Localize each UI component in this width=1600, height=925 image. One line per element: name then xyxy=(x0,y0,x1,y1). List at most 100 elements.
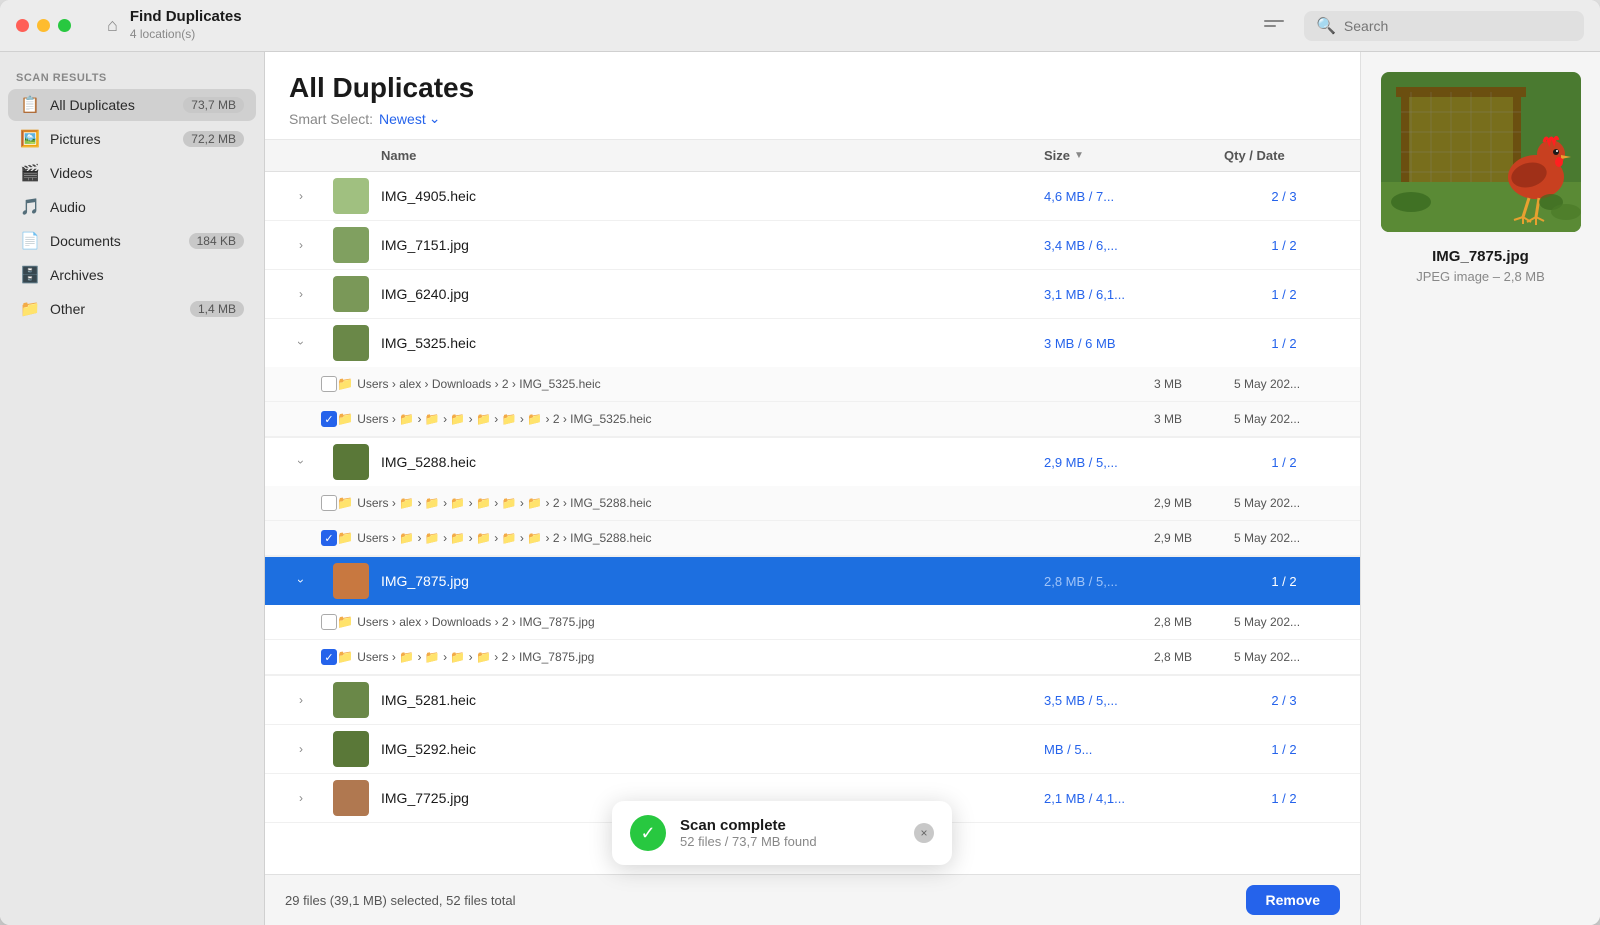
sidebar-toggle-button[interactable] xyxy=(1260,16,1288,36)
checkbox[interactable] xyxy=(321,411,337,427)
table-row[interactable]: › IMG_7151.jpg 3,4 MB / 6,... 1 / 2 xyxy=(265,221,1360,269)
other-badge: 1,4 MB xyxy=(190,301,244,317)
search-bar[interactable]: 🔍 xyxy=(1304,11,1584,41)
sub-row: 📁 Users › alex › Downloads › 2 › IMG_532… xyxy=(265,367,1360,402)
collapse-icon[interactable]: › xyxy=(294,579,308,583)
sort-icon: ▼ xyxy=(1074,150,1084,161)
table-header: Name Size ▼ Qty / Date xyxy=(265,140,1360,172)
checkbox[interactable] xyxy=(321,495,337,511)
expand-icon[interactable]: › xyxy=(299,742,303,756)
collapse-icon[interactable]: › xyxy=(294,460,308,464)
sidebar-item-pictures[interactable]: 🖼️ Pictures 72,2 MB xyxy=(8,123,256,155)
expand-icon[interactable]: › xyxy=(299,791,303,805)
qty-date: 1 / 2 xyxy=(1224,238,1344,253)
collapse-icon[interactable]: › xyxy=(294,341,308,345)
sidebar-item-documents[interactable]: 📄 Documents 184 KB xyxy=(8,225,256,257)
all-duplicates-icon: 📋 xyxy=(20,95,40,115)
filename: IMG_5281.heic xyxy=(381,692,476,708)
sub-size: 3 MB xyxy=(1154,377,1234,391)
audio-icon: 🎵 xyxy=(20,197,40,217)
sidebar-item-label: Archives xyxy=(50,267,244,283)
checkbox[interactable] xyxy=(321,530,337,546)
table-row[interactable]: › IMG_7875.jpg 2,8 MB / 5,... 1 / 2 xyxy=(265,557,1360,605)
sidebar-item-other[interactable]: 📁 Other 1,4 MB xyxy=(8,293,256,325)
minimize-button[interactable] xyxy=(37,19,50,32)
table-row[interactable]: › IMG_4905.heic 4,6 MB / 7... 2 / 3 xyxy=(265,172,1360,220)
sidebar-item-all-duplicates[interactable]: 📋 All Duplicates 73,7 MB xyxy=(8,89,256,121)
checkbox[interactable] xyxy=(321,614,337,630)
toast-title: Scan complete xyxy=(680,817,900,834)
table-row[interactable]: › IMG_5288.heic 2,9 MB / 5,... 1 / 2 xyxy=(265,438,1360,486)
content-area: All Duplicates Smart Select: Newest ⌄ Na… xyxy=(265,52,1360,925)
sub-row: 📁 Users › 📁 › 📁 › 📁 › 📁 › 📁 › 📁 › 2 › IM… xyxy=(265,486,1360,521)
search-input[interactable] xyxy=(1344,18,1572,34)
file-path: 📁 Users › 📁 › 📁 › 📁 › 📁 › 📁 › 📁 › 2 › IM… xyxy=(337,411,1154,427)
column-qty-date[interactable]: Qty / Date xyxy=(1224,148,1344,163)
file-group-img5325: › IMG_5325.heic 3 MB / 6 MB 1 / 2 xyxy=(265,319,1360,438)
file-group-img5288: › IMG_5288.heic 2,9 MB / 5,... 1 / 2 xyxy=(265,438,1360,557)
file-thumbnail xyxy=(333,780,369,816)
filename: IMG_7725.jpg xyxy=(381,790,469,806)
page-title: All Duplicates xyxy=(289,72,1336,104)
videos-icon: 🎬 xyxy=(20,163,40,183)
sidebar-item-audio[interactable]: 🎵 Audio xyxy=(8,191,256,223)
filesize: 4,6 MB / 7... xyxy=(1044,189,1224,204)
window-subtitle: 4 location(s) xyxy=(130,27,195,41)
sub-size: 2,9 MB xyxy=(1154,531,1234,545)
preview-filename: IMG_7875.jpg xyxy=(1432,248,1529,265)
window-title: Find Duplicates xyxy=(130,8,242,25)
file-thumbnail xyxy=(333,563,369,599)
maximize-button[interactable] xyxy=(58,19,71,32)
smart-select-dropdown[interactable]: Newest ⌄ xyxy=(379,110,440,127)
file-thumbnail xyxy=(333,276,369,312)
folder-icon: 📁 xyxy=(337,649,353,665)
filesize: 2,9 MB / 5,... xyxy=(1044,455,1224,470)
archives-icon: 🗄️ xyxy=(20,265,40,285)
remove-button[interactable]: Remove xyxy=(1246,885,1340,915)
expand-icon[interactable]: › xyxy=(299,287,303,301)
expand-icon[interactable]: › xyxy=(299,189,303,203)
file-path: 📁 Users › alex › Downloads › 2 › IMG_532… xyxy=(337,376,1154,392)
toast-close-button[interactable]: × xyxy=(914,823,934,843)
table-row[interactable]: › IMG_6240.jpg 3,1 MB / 6,1... 1 / 2 xyxy=(265,270,1360,318)
smart-select-label: Smart Select: xyxy=(289,111,373,127)
sidebar-item-archives[interactable]: 🗄️ Archives xyxy=(8,259,256,291)
filename: IMG_5288.heic xyxy=(381,454,476,470)
filesize: 3,1 MB / 6,1... xyxy=(1044,287,1224,302)
qty-date: 1 / 2 xyxy=(1224,791,1344,806)
chevron-down-icon: ⌄ xyxy=(429,110,441,127)
toast-success-icon: ✓ xyxy=(630,815,666,851)
checkbox[interactable] xyxy=(321,376,337,392)
file-table: Name Size ▼ Qty / Date › xyxy=(265,140,1360,874)
filesize: 3,5 MB / 5,... xyxy=(1044,693,1224,708)
preview-panel: IMG_7875.jpg JPEG image – 2,8 MB xyxy=(1360,52,1600,925)
sub-date: 5 May 202... xyxy=(1234,496,1344,510)
checkbox[interactable] xyxy=(321,649,337,665)
column-size[interactable]: Size ▼ xyxy=(1044,148,1224,163)
sub-size: 2,8 MB xyxy=(1154,650,1234,664)
sub-date: 5 May 202... xyxy=(1234,615,1344,629)
preview-image-svg xyxy=(1381,72,1581,232)
expand-icon[interactable]: › xyxy=(299,238,303,252)
all-duplicates-badge: 73,7 MB xyxy=(183,97,244,113)
filename: IMG_6240.jpg xyxy=(381,286,469,302)
folder-icon: 📁 xyxy=(337,411,353,427)
sidebar-item-videos[interactable]: 🎬 Videos xyxy=(8,157,256,189)
table-row[interactable]: › IMG_5325.heic 3 MB / 6 MB 1 / 2 xyxy=(265,319,1360,367)
sub-size: 2,8 MB xyxy=(1154,615,1234,629)
expand-icon[interactable]: › xyxy=(299,693,303,707)
table-row[interactable]: › IMG_5292.heic MB / 5... 1 / 2 xyxy=(265,725,1360,773)
table-row[interactable]: › IMG_5281.heic 3,5 MB / 5,... 2 / 3 xyxy=(265,676,1360,724)
sub-size: 2,9 MB xyxy=(1154,496,1234,510)
folder-icon: 📁 xyxy=(337,530,353,546)
filename: IMG_5325.heic xyxy=(381,335,476,351)
file-thumbnail xyxy=(333,444,369,480)
column-name[interactable]: Name xyxy=(381,148,1044,163)
smart-select: Smart Select: Newest ⌄ xyxy=(289,110,1336,127)
file-group-img7875: › IMG_7875.jpg 2,8 MB / 5,... 1 / 2 xyxy=(265,557,1360,676)
path-text: Users › alex › Downloads › 2 › IMG_5325.… xyxy=(357,377,600,391)
file-thumbnail xyxy=(333,325,369,361)
close-button[interactable] xyxy=(16,19,29,32)
path-text: Users › 📁 › 📁 › 📁 › 📁 › 2 › IMG_7875.jpg xyxy=(357,650,594,664)
folder-icon: 📁 xyxy=(337,376,353,392)
